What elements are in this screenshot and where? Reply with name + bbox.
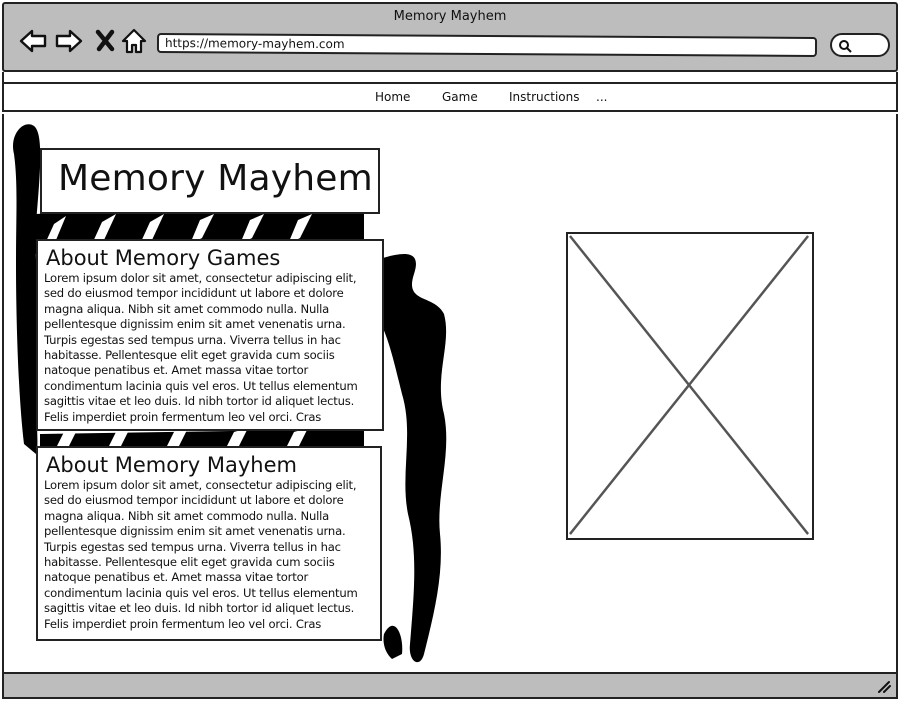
page-title-box: Memory Mayhem <box>40 148 380 214</box>
home-icon[interactable] <box>119 26 149 56</box>
status-bar <box>2 672 898 699</box>
search-box[interactable] <box>830 33 890 57</box>
chrome-divider <box>2 72 898 82</box>
nav-item-instructions[interactable]: Instructions <box>509 90 579 104</box>
page-title: Memory Mayhem <box>58 158 373 199</box>
resize-grip-icon[interactable] <box>876 679 892 693</box>
top-navigation: Home Game Instructions ... <box>2 82 898 112</box>
forward-arrow-icon[interactable] <box>54 26 84 56</box>
close-icon[interactable] <box>91 26 121 56</box>
search-icon <box>839 40 852 53</box>
window-title: Memory Mayhem <box>393 9 507 24</box>
section-body: Lorem ipsum dolor sit amet, consectetur … <box>44 271 358 424</box>
browser-chrome: Memory Mayhem https://memory-mayhem.com <box>2 2 898 72</box>
section-body: Lorem ipsum dolor sit amet, consectetur … <box>44 478 358 631</box>
nav-item-game[interactable]: Game <box>442 90 478 104</box>
page-content: Memory Mayhem About Memory Games Lorem i… <box>2 114 898 672</box>
nav-item-home[interactable]: Home <box>375 90 410 104</box>
about-memory-mayhem-card: About Memory Mayhem Lorem ipsum dolor si… <box>36 446 382 641</box>
nav-item-more[interactable]: ... <box>596 90 607 104</box>
section-heading: About Memory Mayhem <box>46 453 297 477</box>
url-bar[interactable]: https://memory-mayhem.com <box>156 32 818 58</box>
image-placeholder-icon <box>566 232 814 540</box>
back-arrow-icon[interactable] <box>18 26 48 56</box>
section-heading: About Memory Games <box>46 246 281 270</box>
about-memory-games-card: About Memory Games Lorem ipsum dolor sit… <box>36 239 384 431</box>
